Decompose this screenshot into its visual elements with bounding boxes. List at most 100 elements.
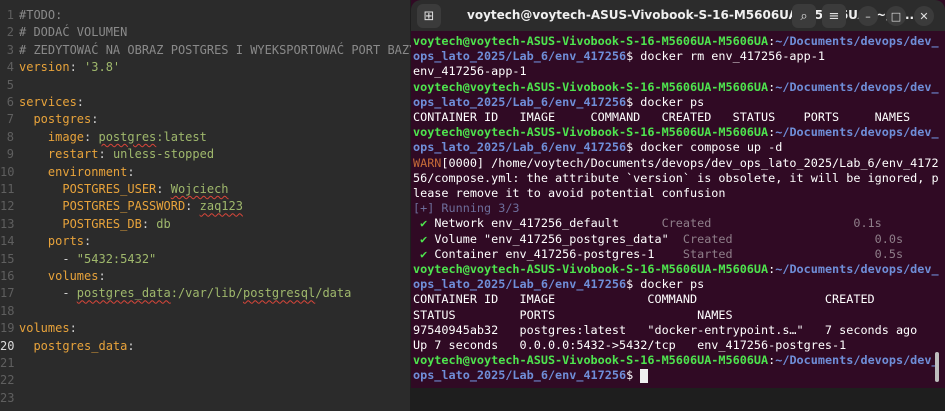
- terminal-window[interactable]: ⊞ voytech@voytech-ASUS-Vivobook-S-16-M56…: [411, 0, 945, 388]
- terminal-text: CONTAINER ID IMAGE COMMAND CREATED: [413, 292, 875, 307]
- code-token: POSTGRES_USER: [19, 182, 157, 196]
- terminal-text: Volume "env_417256_postgres_data": [434, 231, 683, 246]
- menu-button[interactable]: ≡: [822, 4, 846, 28]
- code-line[interactable]: 6 services:: [0, 93, 410, 111]
- terminal-text: $ docker ps: [626, 94, 705, 109]
- terminal-cursor: [640, 368, 649, 383]
- terminal-output[interactable]: voytech@voytech-ASUS-Vivobook-S-16-M5606…: [411, 32, 945, 388]
- minimize-button[interactable]: –: [858, 6, 878, 26]
- line-number: 22: [0, 373, 15, 388]
- line-number: 5: [6, 77, 14, 92]
- code-line[interactable]: 17 - postgres_data:/var/lib/postgresql/d…: [0, 284, 410, 302]
- code-token: :: [127, 338, 135, 353]
- code-token: :: [69, 321, 77, 336]
- code-token: volumes: [19, 321, 70, 336]
- code-line[interactable]: 15 - "5432:5432": [0, 250, 410, 268]
- terminal-text: 56/compose.yml: the attribute `version` …: [413, 170, 939, 185]
- code-token: :: [98, 269, 106, 283]
- code-token: restart: [19, 147, 99, 162]
- terminal-scrollbar[interactable]: [935, 352, 939, 382]
- terminal-text: voytech@voytech-ASUS-Vivobook-S-16-M5606…: [413, 353, 769, 368]
- code-line[interactable]: 23: [0, 389, 410, 407]
- code-line[interactable]: 19 volumes:: [0, 319, 410, 337]
- line-number: 21: [0, 356, 15, 370]
- code-line[interactable]: 3 # ZEDYTOWAĆ NA OBRAZ POSTGRES I WYEKSPO…: [0, 41, 417, 59]
- search-button[interactable]: ⌕: [792, 4, 816, 28]
- code-token: :: [84, 234, 92, 249]
- line-number: 7: [6, 112, 14, 127]
- terminal-text: STATUS PORTS NAMES: [413, 307, 733, 322]
- terminal-text: Created 0.0s: [682, 231, 904, 246]
- line-number: 13: [0, 216, 15, 231]
- code-token: "5432:5432": [76, 251, 157, 266]
- terminal-text: voytech@voytech-ASUS-Vivobook-S-16-M5606…: [413, 79, 769, 94]
- code-token: postgres_data: [76, 286, 171, 301]
- terminal-text: ~/Documents/devops/dev_: [775, 262, 939, 276]
- code-line[interactable]: 8 image: postgres:latest: [0, 128, 410, 146]
- line-number: 16: [0, 269, 15, 283]
- new-tab-button[interactable]: ⊞: [417, 4, 441, 28]
- code-token: :: [127, 164, 135, 179]
- code-token: -: [19, 251, 77, 266]
- terminal-text: voytech@voytech-ASUS-Vivobook-S-16-M5606…: [413, 34, 769, 48]
- code-token: db: [156, 216, 171, 231]
- line-number: 2: [6, 25, 14, 40]
- search-icon: ⌕: [800, 8, 808, 24]
- terminal-text: ✔: [413, 246, 435, 261]
- terminal-text: Container env_417256-postgres-1: [434, 246, 683, 261]
- terminal-text: ~/Documents/devops/dev_: [775, 34, 939, 48]
- code-line[interactable]: 5: [0, 76, 410, 94]
- minimize-icon: –: [865, 9, 871, 23]
- terminal-text: voytech@voytech-ASUS-Vivobook-S-16-M5606…: [413, 262, 769, 276]
- maximize-button[interactable]: □: [886, 6, 906, 26]
- terminal-text: Network env_417256_default: [434, 216, 662, 231]
- terminal-text: CONTAINER ID IMAGE COMMAND CREATED STATU…: [413, 110, 911, 124]
- line-number: 12: [0, 199, 15, 214]
- code-line[interactable]: 9 restart: unless-stopped: [0, 145, 410, 163]
- line-number: 15: [0, 251, 15, 266]
- maximize-icon: □: [890, 9, 902, 23]
- code-line[interactable]: 7 postgres:: [0, 110, 410, 128]
- code-line[interactable]: 20 postgres_data:: [0, 337, 410, 355]
- terminal-titlebar[interactable]: ⊞ voytech@voytech-ASUS-Vivobook-S-16-M56…: [411, 0, 945, 31]
- code-line[interactable]: 11 POSTGRES_USER: Wojciech: [0, 180, 410, 198]
- terminal-text: $ docker ps: [626, 277, 705, 292]
- code-line[interactable]: 13 POSTGRES_DB: db: [0, 215, 410, 233]
- code-token: postgres_data: [19, 338, 128, 353]
- window-title: voytech@voytech-ASUS-Vivobook-S-16-M5606…: [467, 8, 915, 22]
- code-line[interactable]: 21: [0, 354, 410, 372]
- code-token: postgresql: [242, 286, 316, 301]
- terminal-text: [+] Running 3/3: [413, 201, 520, 216]
- code-token: ports: [19, 234, 85, 249]
- code-token: environment: [19, 164, 128, 179]
- code-line[interactable]: 22: [0, 371, 410, 389]
- code-token: # ZEDYTOWAĆ NA OBRAZ POSTGRES I WYEKSPOR…: [19, 42, 417, 57]
- code-line[interactable]: 4 version: '3.8': [0, 58, 410, 76]
- line-number: 23: [0, 390, 15, 405]
- code-editor[interactable]: 1 #TODO: 2 # DODAĆ VOLUMEN 3 # ZEDYTOWAĆ NA O…: [0, 0, 417, 411]
- terminal-line: ops_lato_2025/Lab_6/env_417256$: [413, 367, 649, 385]
- code-token: :: [98, 147, 113, 162]
- code-token: :: [91, 112, 99, 127]
- line-number: 4: [6, 60, 14, 75]
- terminal-text: [0000] /home/voytech/Documents/devops/de…: [441, 155, 939, 170]
- code-line[interactable]: 2 # DODAĆ VOLUMEN: [0, 23, 410, 41]
- code-token: zaq123: [199, 199, 243, 214]
- line-number: 20: [0, 338, 15, 353]
- code-line[interactable]: 12 POSTGRES_PASSWORD: zaq123: [0, 197, 410, 215]
- terminal-text: ops_lato_2025/Lab_6/env_417256: [413, 368, 627, 383]
- code-line[interactable]: 10 environment:: [0, 163, 410, 181]
- code-line[interactable]: 16 volumes:: [0, 267, 410, 285]
- line-number: 8: [6, 129, 14, 144]
- code-token: :: [156, 182, 171, 196]
- close-button[interactable]: ✕: [914, 6, 934, 26]
- code-line[interactable]: 18: [0, 302, 410, 320]
- terminal-text: $ docker compose up -d: [626, 140, 783, 155]
- terminal-text: ~/Documents/devops/dev_: [775, 79, 939, 94]
- code-line[interactable]: 1 #TODO:: [0, 6, 410, 24]
- terminal-text: voytech@voytech-ASUS-Vivobook-S-16-M5606…: [413, 125, 769, 140]
- terminal-text: WARN: [413, 155, 442, 170]
- code-line[interactable]: 14 ports:: [0, 232, 410, 250]
- code-token: volumes: [19, 269, 99, 283]
- line-number: 17: [0, 286, 15, 301]
